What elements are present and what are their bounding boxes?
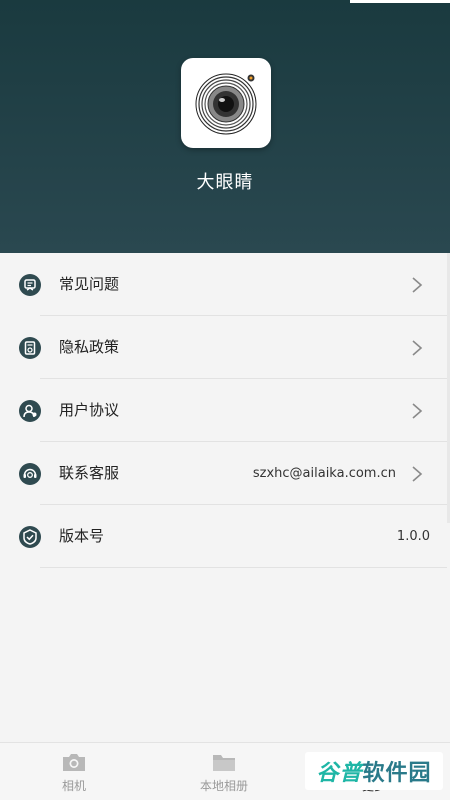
app-name: 大眼睛 — [196, 172, 254, 193]
menu-item-faq[interactable]: 常见问题 — [0, 253, 450, 316]
user-agreement-icon — [19, 400, 41, 422]
tab-label: 相机 — [61, 779, 86, 793]
profile-header: 大眼睛 — [0, 0, 450, 253]
menu-item-label: 版本号 — [59, 527, 105, 545]
app-logo — [181, 58, 271, 148]
menu-item-label: 用户协议 — [59, 401, 120, 419]
site-watermark: 谷普软件园 — [305, 752, 443, 790]
tab-local-album[interactable]: 本地相册 — [180, 743, 268, 800]
divider — [40, 567, 447, 568]
version-number: 1.0.0 — [396, 529, 430, 544]
customer-service-icon — [19, 463, 41, 485]
chevron-right-icon — [412, 277, 423, 293]
watermark-part-a: 谷普 — [316, 761, 363, 786]
tab-camera[interactable]: 相机 — [30, 743, 118, 800]
status-strip — [350, 0, 450, 3]
chevron-right-icon — [412, 403, 423, 419]
menu-item-label: 联系客服 — [59, 464, 120, 482]
tab-label: 本地相册 — [199, 779, 248, 793]
menu-item-privacy[interactable]: 隐私政策 — [0, 316, 450, 379]
version-icon — [19, 526, 41, 548]
menu-item-label: 常见问题 — [59, 275, 120, 293]
privacy-icon — [19, 337, 41, 359]
menu-item-version: 版本号 1.0.0 — [0, 505, 450, 568]
chevron-right-icon — [412, 466, 423, 482]
menu-item-customer-service[interactable]: 联系客服 szxhc@ailaika.com.cn — [0, 442, 450, 505]
menu-item-user-agreement[interactable]: 用户协议 — [0, 379, 450, 442]
camera-icon — [63, 754, 85, 771]
settings-list: 常见问题 隐私政策 用户协议 联系客服 szxhc@ailaika.com.cn… — [0, 253, 450, 568]
camera-lens-icon — [195, 73, 257, 135]
chevron-right-icon — [412, 340, 423, 356]
faq-icon — [19, 274, 41, 296]
folder-icon — [213, 755, 235, 771]
menu-item-label: 隐私政策 — [59, 338, 120, 356]
watermark-part-b: 软件园 — [362, 761, 432, 786]
contact-email: szxhc@ailaika.com.cn — [252, 466, 396, 481]
